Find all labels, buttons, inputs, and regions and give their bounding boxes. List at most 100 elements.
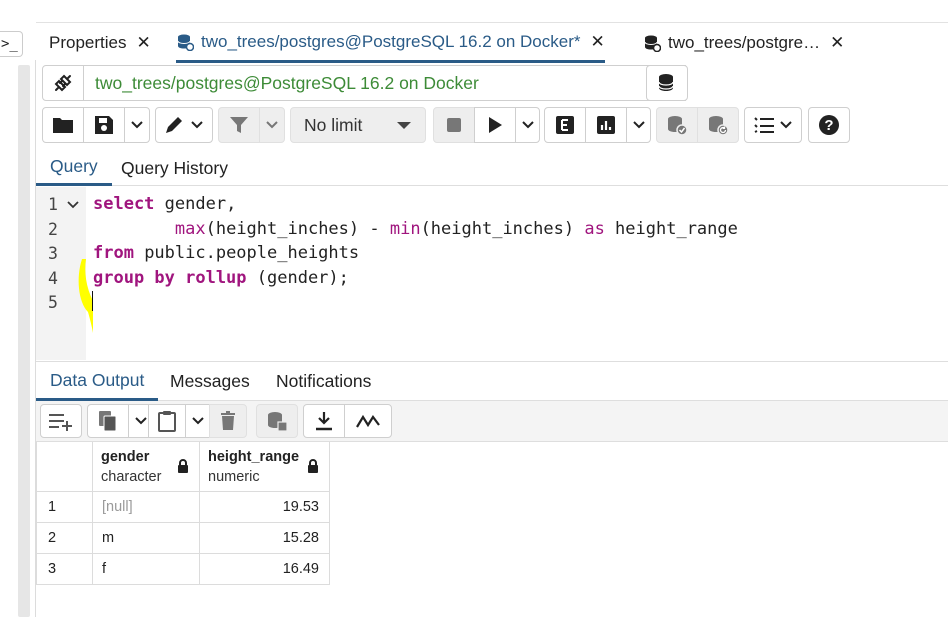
line-number: 4 <box>48 269 58 288</box>
stop-icon <box>447 118 461 132</box>
code-keyword: min <box>389 219 421 239</box>
output-toolbar <box>36 401 948 442</box>
download-button[interactable] <box>303 404 345 438</box>
save-options-dropdown[interactable] <box>124 107 150 143</box>
chevron-down-icon <box>191 121 203 129</box>
code-keyword: max <box>174 219 206 239</box>
cell-gender[interactable]: f <box>93 554 200 585</box>
save-button[interactable] <box>83 107 125 143</box>
add-row-button[interactable] <box>40 404 82 438</box>
chevron-down-icon <box>779 121 792 129</box>
tab-query[interactable]: Query <box>36 150 112 186</box>
tab-messages[interactable]: Messages <box>170 362 250 401</box>
text-cursor <box>92 291 93 311</box>
macros-button[interactable] <box>744 107 802 143</box>
graph-visualiser-button[interactable] <box>344 404 392 438</box>
database-add-icon <box>658 74 674 91</box>
lock-icon <box>178 459 188 473</box>
cell-gender[interactable]: [null] <box>93 492 200 523</box>
execute-button[interactable] <box>474 107 516 143</box>
code-line-2: max(height_inches) - min(height_inches) … <box>93 219 738 239</box>
copy-button[interactable] <box>87 404 129 438</box>
tab-query-tool-2[interactable]: two_trees/postgre… ✕ <box>643 23 844 63</box>
tab-label: two_trees/postgre… <box>668 33 821 52</box>
explain-analyze-icon <box>597 116 615 134</box>
tab-label: two_trees/postgres@PostgreSQL 16.2 on Do… <box>201 31 581 51</box>
chevron-down-icon <box>521 121 534 129</box>
cell-height-range[interactable]: 15.28 <box>200 523 330 554</box>
code-keyword: group by rollup <box>93 268 247 288</box>
tab-notifications[interactable]: Notifications <box>276 362 371 401</box>
code-text: gender, <box>154 194 237 214</box>
code-text: public.people_heights <box>133 243 360 263</box>
connection-select[interactable]: two_trees/postgres@PostgreSQL 16.2 on Do… <box>84 65 686 101</box>
download-icon <box>316 412 332 431</box>
tab-query-history[interactable]: Query History <box>121 150 228 186</box>
commit-button[interactable] <box>656 107 698 143</box>
filter-options-dropdown[interactable] <box>259 107 285 143</box>
close-icon[interactable]: ✕ <box>136 33 150 53</box>
column-name: gender <box>101 449 150 465</box>
paste-options-dropdown[interactable] <box>185 404 210 438</box>
open-folder-icon <box>53 118 73 133</box>
line-number: 5 <box>48 293 58 312</box>
tab-properties[interactable]: Properties ✕ <box>49 23 151 63</box>
macros-icon <box>753 117 774 133</box>
row-number[interactable]: 1 <box>36 492 93 523</box>
new-connection-button[interactable] <box>646 65 688 101</box>
column-header-gender[interactable]: gender character <box>93 442 200 492</box>
help-button[interactable]: ? <box>808 107 850 143</box>
tab-data-output[interactable]: Data Output <box>36 362 159 401</box>
chevron-down-icon <box>134 417 147 425</box>
connection-status-button[interactable] <box>42 65 84 101</box>
row-number[interactable]: 3 <box>36 554 93 585</box>
save-data-icon <box>268 412 288 432</box>
save-data-button[interactable] <box>256 404 298 438</box>
cell-gender[interactable]: m <box>93 523 200 554</box>
grid-corner[interactable] <box>36 442 93 492</box>
code-text: (gender); <box>246 268 349 288</box>
edit-dropdown-button[interactable] <box>155 107 213 143</box>
rollback-icon <box>709 116 729 136</box>
explain-analyze-button[interactable] <box>585 107 627 143</box>
rollback-button[interactable] <box>697 107 739 143</box>
explain-icon <box>556 116 574 134</box>
execute-options-dropdown[interactable] <box>515 107 540 143</box>
explain-options-dropdown[interactable] <box>626 107 651 143</box>
help-icon: ? <box>819 115 839 135</box>
close-icon[interactable]: ✕ <box>591 32 605 52</box>
stop-button[interactable] <box>433 107 475 143</box>
open-file-button[interactable] <box>42 107 84 143</box>
code-text: (height_inches) - <box>205 219 390 239</box>
code-line-4: group by rollup (gender); <box>93 268 349 288</box>
yellow-highlight-mark <box>78 259 93 333</box>
delete-row-button[interactable] <box>209 404 247 438</box>
chevron-down-icon <box>632 121 645 129</box>
cell-height-range[interactable]: 16.49 <box>200 554 330 585</box>
psql-tool-button[interactable]: >_ <box>0 31 23 57</box>
column-type: numeric <box>208 469 260 485</box>
close-icon[interactable]: ✕ <box>830 33 844 53</box>
row-limit-select[interactable]: No limit <box>290 107 426 143</box>
fold-chevron-icon[interactable] <box>67 198 79 213</box>
row-number[interactable]: 2 <box>36 523 93 554</box>
column-header-height-range[interactable]: height_range numeric <box>200 442 330 492</box>
tab-label: Properties <box>49 33 127 52</box>
tab-query-tool-active[interactable]: two_trees/postgres@PostgreSQL 16.2 on Do… <box>176 23 605 63</box>
chevron-down-icon <box>266 121 278 129</box>
line-number: 1 <box>48 195 58 214</box>
code-keyword: as <box>584 219 605 239</box>
filter-button[interactable] <box>218 107 260 143</box>
code-text: (height_inches) <box>420 219 585 239</box>
explain-button[interactable] <box>544 107 586 143</box>
query-tabs: Query Query History <box>36 150 948 186</box>
cell-height-range[interactable]: 19.53 <box>200 492 330 523</box>
chevron-down-icon <box>191 417 204 425</box>
add-row-icon <box>49 414 72 431</box>
output-tabs: Data Output Messages Notifications <box>36 361 948 401</box>
caret-down-icon <box>397 122 411 129</box>
left-scrollbar[interactable] <box>18 65 30 617</box>
sql-editor[interactable]: 1 2 3 4 5 select gender, max(height_inch… <box>36 187 948 360</box>
paste-button[interactable] <box>148 404 186 438</box>
